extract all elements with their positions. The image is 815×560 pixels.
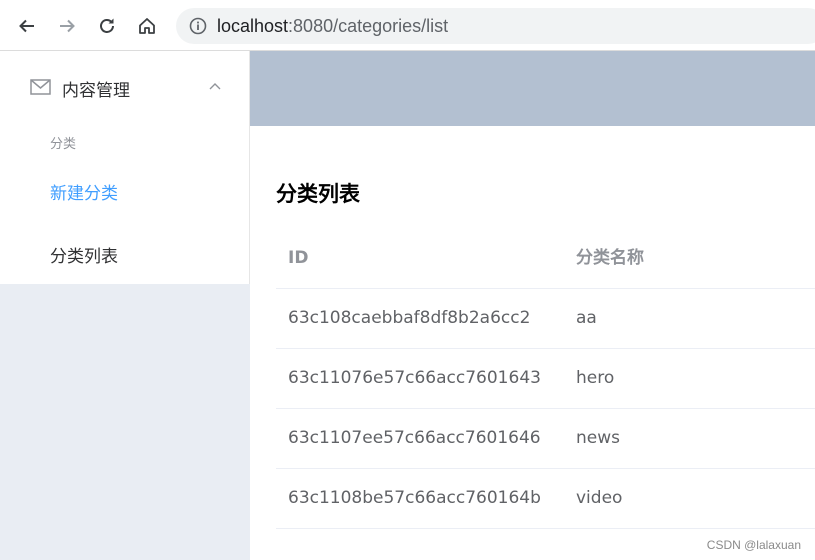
url-text: localhost:8080/categories/list — [217, 16, 448, 37]
table-row: 63c1108be57c66acc760164b video — [276, 469, 815, 529]
cell-id: 63c11076e57c66acc7601643 — [288, 368, 541, 388]
sidebar-item-category-list[interactable]: 分类列表 — [0, 225, 249, 281]
menu-group-title: 分类 — [50, 137, 77, 152]
cell-name: video — [576, 488, 623, 508]
sidebar-item-label: 新建分类 — [50, 184, 118, 204]
message-icon — [30, 79, 51, 95]
url-path: :8080/categories/list — [288, 16, 449, 36]
watermark: CSDN @lalaxuan — [706, 538, 801, 552]
table-row: 63c108caebbaf8df8b2a6cc2 aa — [276, 289, 815, 349]
arrow-left-icon — [19, 19, 34, 33]
home-button[interactable] — [133, 12, 161, 40]
cell-name: news — [576, 428, 620, 448]
column-header-name[interactable]: 分类名称 — [576, 229, 644, 288]
cell-name: hero — [576, 368, 615, 388]
submenu-content-management[interactable]: 内容管理 — [0, 51, 249, 122]
info-icon[interactable] — [189, 17, 207, 35]
address-bar[interactable]: localhost:8080/categories/list — [176, 8, 815, 44]
table-row: 63c1107ee57c66acc7601646 news — [276, 409, 815, 469]
cell-id: 63c1108be57c66acc760164b — [288, 488, 541, 508]
chevron-up-icon — [209, 83, 221, 90]
reload-button[interactable] — [93, 12, 121, 40]
column-header-id[interactable]: ID — [288, 229, 308, 288]
reload-icon — [100, 18, 114, 33]
sidebar-item-new-category[interactable]: 新建分类 — [0, 162, 249, 218]
table-header-row: ID 分类名称 — [276, 229, 815, 289]
category-table: ID 分类名称 63c108caebbaf8df8b2a6cc2 aa 63c1… — [276, 229, 815, 529]
home-icon — [139, 18, 155, 34]
url-host: localhost — [217, 16, 289, 36]
table-row: 63c11076e57c66acc7601643 hero — [276, 349, 815, 409]
cell-id: 63c1107ee57c66acc7601646 — [288, 428, 541, 448]
cell-name: aa — [576, 308, 597, 328]
forward-button[interactable] — [53, 12, 81, 40]
back-button[interactable] — [13, 12, 41, 40]
page-title: 分类列表 — [276, 182, 360, 206]
sidebar-item-label: 分类列表 — [50, 247, 118, 267]
browser-toolbar: localhost:8080/categories/list — [0, 0, 815, 51]
submenu-title-text: 内容管理 — [62, 81, 130, 101]
arrow-right-icon — [60, 19, 75, 33]
cell-id: 63c108caebbaf8df8b2a6cc2 — [288, 308, 531, 328]
sidebar-menu: 内容管理 分类 新建分类 分类列表 — [0, 51, 250, 284]
page-header — [250, 51, 815, 126]
